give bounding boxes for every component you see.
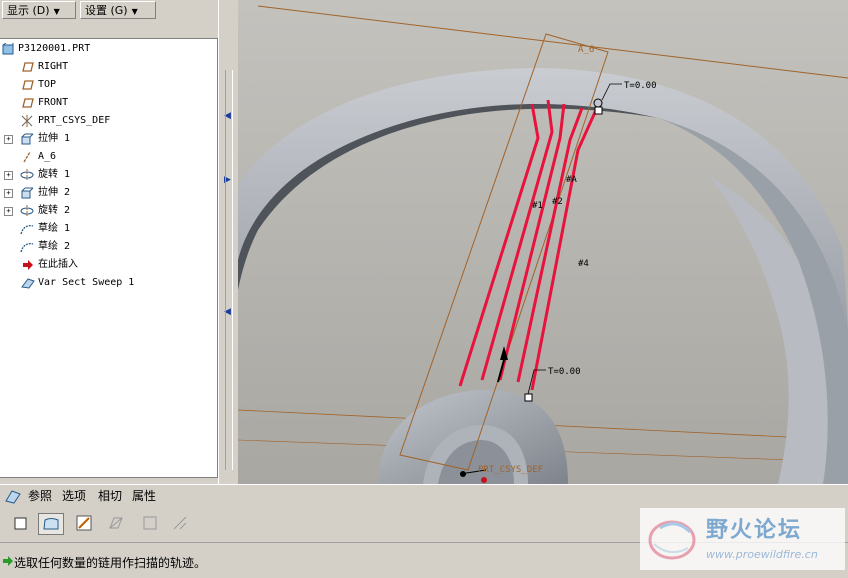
- tree-item-label: 拉伸 1: [38, 133, 71, 144]
- part-icon: [2, 42, 16, 55]
- settings-menu-button[interactable]: 设置 (G) ▼: [80, 1, 156, 19]
- tree-item-label: 草绘 2: [38, 241, 71, 252]
- tree-item-label: FRONT: [38, 97, 69, 108]
- expand-icon[interactable]: +: [4, 189, 13, 198]
- sketch-section-button[interactable]: [74, 513, 96, 535]
- datum-axis-icon: [20, 151, 34, 163]
- graphics-window[interactable]: A_6 T=0.00 T=0.00 #A #1 #2 #4 PRT_CSYS_D…: [238, 0, 848, 484]
- display-menu-button[interactable]: 显示 (D) ▼: [2, 1, 76, 19]
- datum-plane-icon: [20, 79, 34, 91]
- panel-splitter[interactable]: ◀ ▶ ◀: [218, 0, 239, 484]
- chain-label: #2: [552, 197, 563, 207]
- sweep-feature-icon: [4, 487, 22, 505]
- watermark-url: www.proewildfire.cn: [706, 548, 818, 561]
- tree-item-label: 草绘 1: [38, 223, 71, 234]
- tree-item-label: 在此插入: [38, 259, 78, 270]
- tree-item-label: 旋转 2: [38, 205, 71, 216]
- sweep-icon: [20, 277, 35, 289]
- tab-properties[interactable]: 属性: [132, 488, 156, 504]
- expand-icon[interactable]: +: [4, 135, 13, 144]
- model-tree-menubar: 显示 (D) ▼ 设置 (G) ▼: [0, 0, 222, 22]
- tree-item-label: PRT_CSYS_DEF: [38, 115, 111, 126]
- tree-item-label: 拉伸 2: [38, 187, 71, 198]
- remove-material-button[interactable]: [106, 513, 128, 535]
- model-view: A_6 T=0.00 T=0.00 #A #1 #2 #4 PRT_CSYS_D…: [238, 0, 848, 484]
- csys-label: PRT_CSYS_DEF: [478, 465, 543, 475]
- t-value-top[interactable]: T=0.00: [624, 81, 657, 91]
- chain-label: #4: [578, 259, 589, 269]
- tab-references[interactable]: 参照: [28, 488, 52, 504]
- display-menu-label: 显示 (D): [7, 4, 50, 17]
- surface-toggle-button[interactable]: [38, 513, 64, 535]
- tree-item-label: TOP: [38, 79, 57, 90]
- axis-label: A_6: [578, 45, 594, 55]
- trajectory-end-handle[interactable]: [594, 106, 603, 115]
- extrude-icon: [20, 187, 34, 199]
- expand-icon[interactable]: +: [4, 171, 13, 180]
- constant-section-button[interactable]: [170, 513, 192, 535]
- splitter-grip: [225, 70, 233, 470]
- datum-plane-icon: [20, 97, 34, 109]
- chevron-down-icon: ▼: [131, 7, 138, 16]
- tab-options[interactable]: 选项: [62, 488, 86, 504]
- tree-item-label: A_6: [38, 151, 57, 162]
- tree-item-label: RIGHT: [38, 61, 69, 72]
- chain-label: #A: [566, 175, 577, 185]
- tree-item-label: Var Sect Sweep 1: [38, 277, 135, 288]
- forum-watermark: 野火论坛 www.proewildfire.cn: [640, 508, 845, 570]
- coordinate-system-icon: [20, 115, 34, 127]
- tab-tangency[interactable]: 相切: [98, 488, 122, 504]
- datum-plane-icon: [20, 61, 34, 73]
- tree-item-label: P3120001.PRT: [18, 43, 91, 54]
- model-tree: P3120001.PRT RIGHT TOP FRONT PRT_CSYS_DE…: [0, 38, 218, 478]
- status-message: 选取任何数量的链用作扫描的轨迹。: [14, 556, 207, 570]
- revolve-icon: [20, 169, 34, 181]
- tree-item-label: 旋转 1: [38, 169, 71, 180]
- t-value-bottom[interactable]: T=0.00: [548, 367, 581, 377]
- revolve-icon: [20, 205, 34, 217]
- prompt-arrow-icon: [2, 555, 14, 567]
- settings-menu-label: 设置 (G): [85, 4, 128, 17]
- chain-label: #1: [532, 201, 543, 211]
- sketch-icon: [20, 223, 34, 235]
- expand-icon[interactable]: +: [4, 207, 13, 216]
- watermark-title: 野火论坛: [706, 518, 803, 543]
- thicken-button[interactable]: [140, 513, 162, 535]
- extrude-icon: [20, 133, 34, 145]
- insert-arrow-icon: [22, 259, 36, 271]
- solid-toggle-button[interactable]: [10, 513, 32, 535]
- sketch-icon: [20, 241, 34, 253]
- chevron-down-icon: ▼: [53, 7, 60, 16]
- trajectory-start-handle[interactable]: [524, 393, 533, 402]
